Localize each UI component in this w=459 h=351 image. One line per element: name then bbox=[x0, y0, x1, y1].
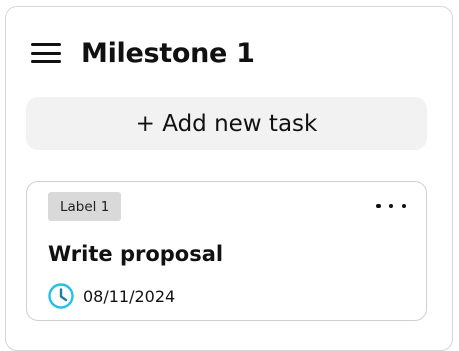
add-new-task-button[interactable]: + Add new task bbox=[26, 97, 427, 150]
due-date-row: 08/11/2024 bbox=[47, 282, 175, 310]
task-label-badge: Label 1 bbox=[48, 192, 122, 221]
clock-icon bbox=[48, 283, 74, 309]
more-options-icon[interactable] bbox=[376, 196, 406, 216]
panel-header: Milestone 1 bbox=[31, 34, 255, 72]
task-title: Write proposal bbox=[48, 242, 224, 266]
due-date-text: 08/11/2024 bbox=[83, 286, 176, 306]
milestone-title: Milestone 1 bbox=[81, 37, 255, 69]
hamburger-menu-icon[interactable] bbox=[31, 42, 61, 64]
task-card[interactable]: Label 1 Write proposal 08/11/2024 bbox=[26, 181, 427, 321]
